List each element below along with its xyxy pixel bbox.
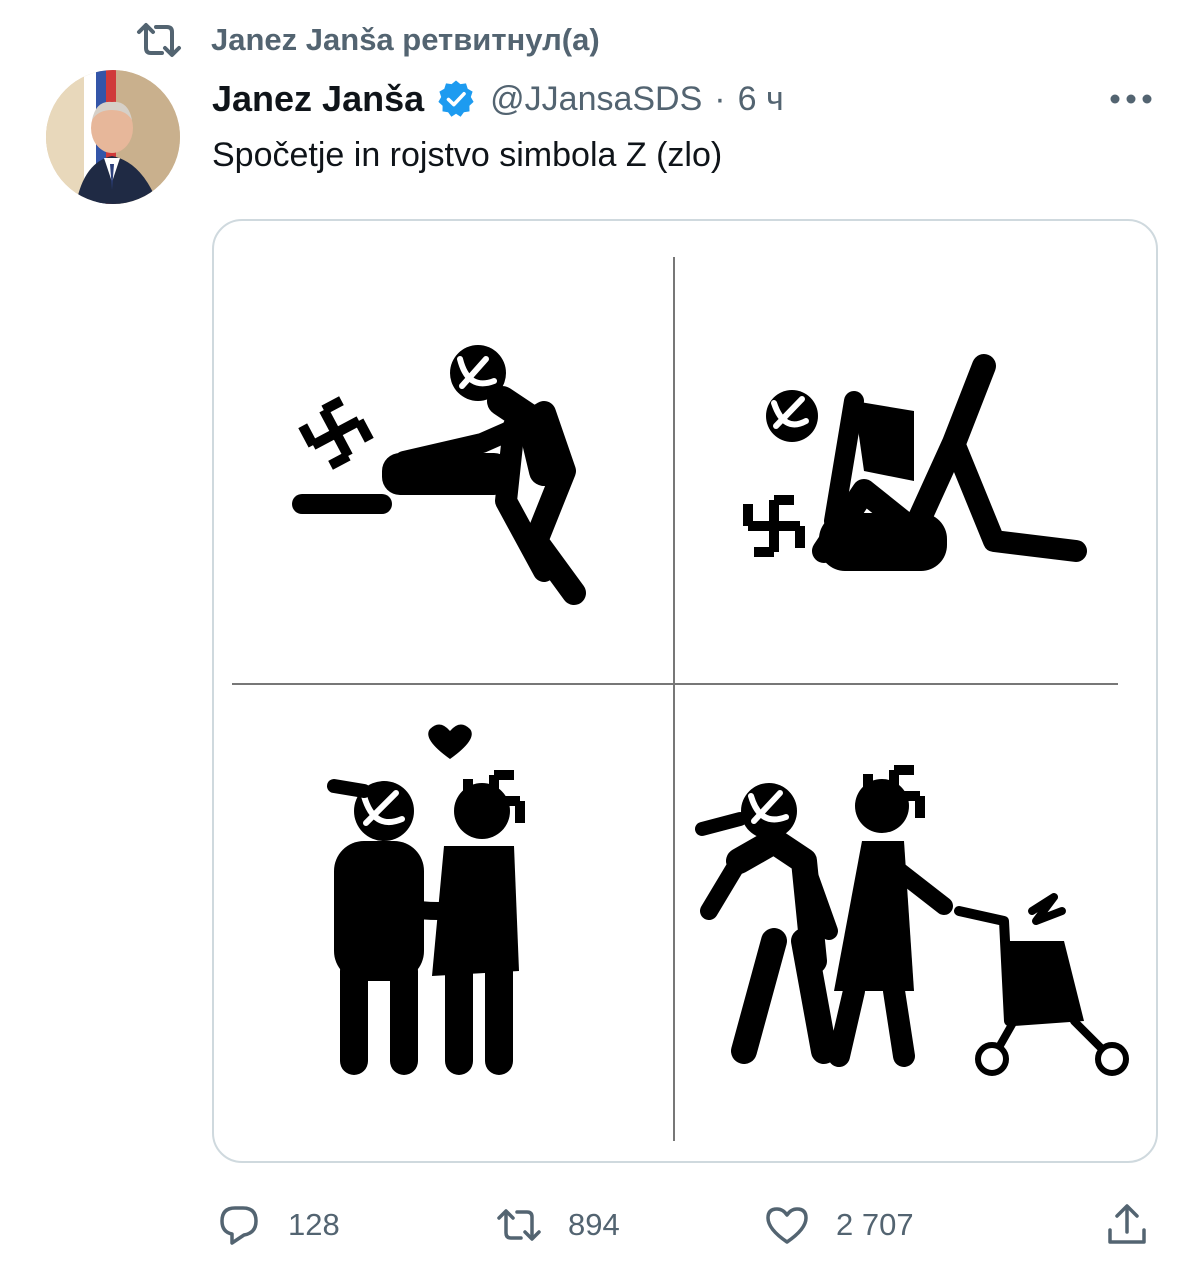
tweet-text: Spočetje in rojstvo simbola Z (zlo) (212, 136, 723, 174)
author-display-name[interactable]: Janez Janša (212, 78, 424, 120)
tweet-actions: 128 894 2 707 (212, 1195, 1154, 1255)
reply-button[interactable]: 128 (216, 1195, 340, 1255)
like-count: 2 707 (836, 1207, 914, 1242)
retweet-count: 894 (568, 1207, 620, 1242)
retweet-icon (497, 1209, 541, 1241)
reply-count: 128 (288, 1207, 340, 1242)
heart-icon (766, 1207, 808, 1244)
retweet-banner-text: Janez Janša ретвитнул(а) (211, 22, 600, 57)
retweet-icon (137, 23, 181, 57)
reply-icon (220, 1206, 258, 1245)
more-icon[interactable] (1109, 84, 1153, 114)
retweet-banner[interactable]: Janez Janša ретвитнул(а) (135, 18, 600, 62)
share-button[interactable] (1104, 1195, 1150, 1255)
comic-image (232, 257, 1129, 1141)
panel-3-pictogram (327, 724, 525, 1075)
like-button[interactable]: 2 707 (764, 1195, 914, 1255)
avatar-image (46, 70, 180, 204)
panel-2-pictogram (743, 354, 1087, 571)
tweet-timestamp[interactable]: 6 ч (738, 80, 784, 119)
panel-1-pictogram (292, 345, 586, 605)
tweet-media[interactable] (212, 219, 1158, 1163)
verified-badge-icon (438, 80, 474, 117)
separator-dot: · (714, 79, 726, 118)
retweet-button[interactable]: 894 (496, 1195, 620, 1255)
tweet-header: Janez Janša @JJansaSDS · 6 ч (212, 74, 784, 124)
share-icon (1108, 1204, 1146, 1244)
panel-4-pictogram (695, 765, 1129, 1076)
avatar[interactable] (46, 70, 180, 204)
tweet[interactable]: Janez Janša ретвитнул(а) Janez Janša @JJ… (0, 0, 1199, 1280)
author-handle[interactable]: @JJansaSDS (490, 80, 702, 119)
